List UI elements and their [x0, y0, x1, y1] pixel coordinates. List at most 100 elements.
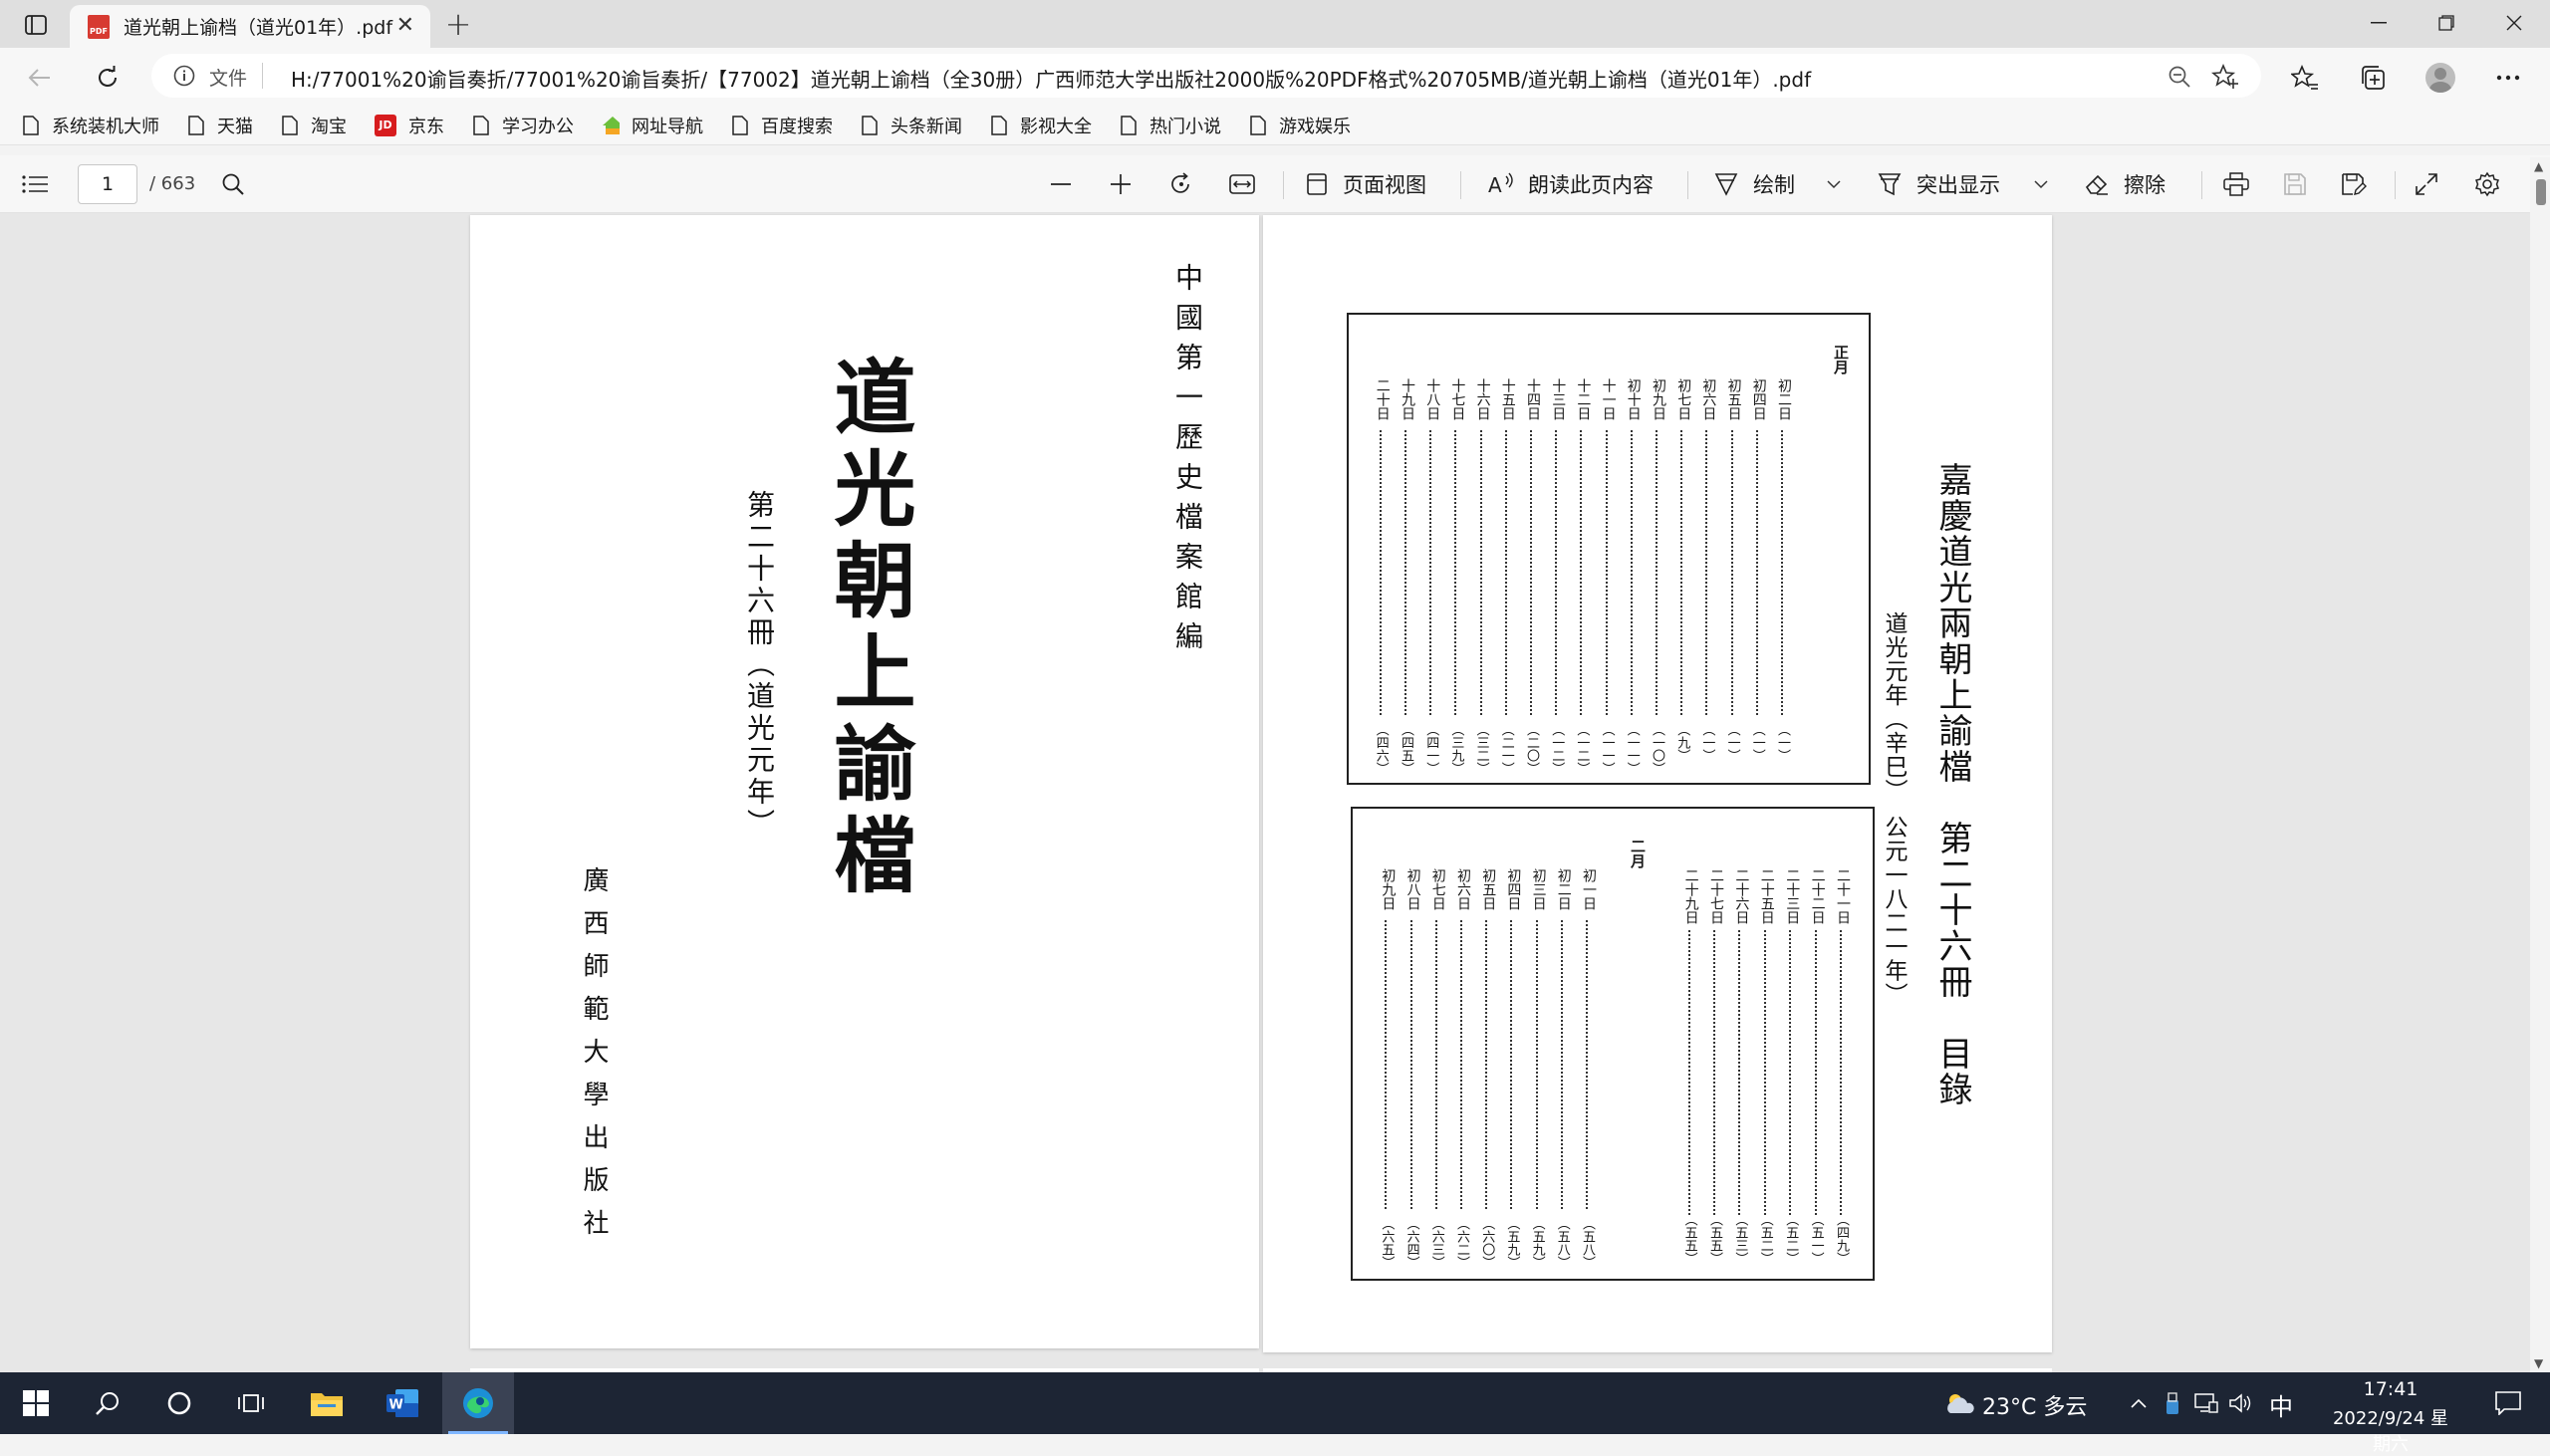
file-explorer-icon[interactable] — [291, 1372, 363, 1434]
contents-entry[interactable]: 二十七日 （五五） — [1707, 868, 1724, 1273]
notification-center-icon[interactable] — [2480, 1372, 2536, 1434]
bookmark-item[interactable]: 影视大全 — [990, 113, 1092, 138]
contents-entry[interactable]: 初十日 （一一） — [1625, 378, 1642, 783]
bookmark-item[interactable]: 网址导航 — [602, 113, 703, 138]
contents-entry[interactable]: 十九日 （四五） — [1399, 378, 1415, 783]
gear-icon[interactable] — [2474, 168, 2500, 200]
cortana-icon[interactable] — [143, 1372, 215, 1434]
fit-width-icon[interactable] — [1229, 168, 1255, 200]
minimize-button[interactable] — [2345, 0, 2413, 46]
url-text[interactable]: H:/77001%20谕旨奏折/77001%20谕旨奏折/【77002】道光朝上… — [291, 64, 1811, 93]
maximize-button[interactable] — [2413, 0, 2480, 46]
volume-icon[interactable] — [2223, 1372, 2257, 1434]
contents-entry[interactable]: 初二日 （一） — [1775, 378, 1792, 783]
draw-options-chevron-icon[interactable] — [1827, 168, 1841, 200]
save-as-icon[interactable] — [2341, 168, 2367, 200]
contents-entry[interactable]: 十三日 （一二） — [1549, 378, 1566, 783]
contents-entry[interactable]: 十二日 （一二） — [1574, 378, 1591, 783]
show-hidden-icons-chevron-icon[interactable] — [2122, 1372, 2156, 1434]
contents-entry[interactable]: 初一日 （五八） — [1580, 868, 1597, 1277]
save-icon[interactable] — [2283, 168, 2307, 200]
contents-entry[interactable]: 二十日 （四六） — [1374, 378, 1391, 783]
scroll-thumb[interactable] — [2536, 179, 2546, 205]
settings-menu-icon[interactable] — [2490, 60, 2526, 96]
info-icon[interactable] — [173, 65, 195, 91]
contents-entry[interactable]: 初四日 （一） — [1750, 378, 1767, 783]
contents-entry[interactable]: 十五日 （二一） — [1499, 378, 1516, 783]
bookmark-item[interactable]: 游戏娱乐 — [1249, 113, 1351, 138]
vertical-scrollbar[interactable]: ▲ ▼ — [2530, 157, 2550, 1372]
contents-entry[interactable]: 初九日 （一〇） — [1650, 378, 1666, 783]
zoom-out-button[interactable] — [1050, 168, 1072, 200]
close-window-button[interactable] — [2480, 0, 2548, 46]
usb-device-icon[interactable] — [2156, 1372, 2189, 1434]
read-aloud-button[interactable]: A 朗读此页内容 — [1488, 168, 1654, 200]
bookmark-item[interactable]: 淘宝 — [281, 113, 347, 138]
bookmark-item[interactable]: 天猫 — [187, 113, 253, 138]
contents-entry[interactable]: 十八日 （四一） — [1423, 378, 1440, 783]
add-favorite-icon[interactable] — [2210, 63, 2239, 94]
contents-entry[interactable]: 初三日 （五九） — [1530, 868, 1547, 1277]
highlight-options-chevron-icon[interactable] — [2034, 168, 2048, 200]
contents-entry[interactable]: 初七日 （六三） — [1429, 868, 1446, 1277]
contents-entry[interactable]: 初六日 （一） — [1699, 378, 1716, 783]
search-icon[interactable] — [221, 168, 245, 200]
contents-entry[interactable]: 十七日 （三九） — [1448, 378, 1465, 783]
task-view-icon[interactable] — [215, 1372, 287, 1434]
scroll-down-icon[interactable]: ▼ — [2534, 1356, 2543, 1370]
contents-entry[interactable]: 初五日 （一） — [1725, 378, 1742, 783]
highlight-button[interactable]: 突出显示 — [1877, 168, 2000, 200]
contents-entry[interactable]: 初四日 （五九） — [1504, 868, 1521, 1277]
contents-entry[interactable]: 二十一日 （四九） — [1834, 868, 1851, 1273]
contents-entry[interactable]: 十六日 （三二） — [1474, 378, 1491, 783]
bookmark-item[interactable]: JD 京东 — [375, 113, 444, 138]
profile-avatar[interactable] — [2422, 60, 2458, 96]
zoom-out-icon[interactable] — [2168, 65, 2191, 93]
contents-entry[interactable]: 初八日 （六四） — [1404, 868, 1421, 1277]
weather-cloud-icon[interactable] — [1936, 1372, 1982, 1434]
contents-entry[interactable]: 十一日 （一一） — [1600, 378, 1617, 783]
search-icon[interactable] — [72, 1372, 143, 1434]
word-icon[interactable]: W — [367, 1372, 438, 1434]
windows-start-icon[interactable] — [0, 1372, 72, 1434]
contents-entry[interactable]: 二十六日 （五三） — [1732, 868, 1749, 1273]
bookmark-item[interactable]: 系统装机大师 — [22, 113, 159, 138]
bookmark-item[interactable]: 百度搜索 — [731, 113, 833, 138]
bookmark-item[interactable]: 头条新闻 — [861, 113, 962, 138]
draw-button[interactable]: 绘制 — [1713, 168, 1795, 200]
browser-tab-active[interactable]: PDF 道光朝上谕档（道光01年）.pdf ✕ — [70, 5, 430, 48]
fullscreen-icon[interactable] — [2415, 168, 2438, 200]
contents-entry[interactable]: 十四日 （二〇） — [1524, 378, 1541, 783]
scroll-up-icon[interactable]: ▲ — [2534, 159, 2543, 173]
contents-entry[interactable]: 初五日 （六〇） — [1479, 868, 1496, 1277]
rotate-icon[interactable] — [1169, 168, 1193, 200]
page-number-input[interactable]: 1 — [78, 164, 137, 204]
contents-entry[interactable]: 初六日 （六二） — [1454, 868, 1471, 1277]
bookmark-item[interactable]: 学习办公 — [472, 113, 574, 138]
input-method-indicator[interactable]: 中 — [2269, 1387, 2293, 1422]
contents-entry[interactable]: 初七日 （九） — [1674, 378, 1691, 783]
edge-icon[interactable] — [442, 1372, 514, 1434]
back-button[interactable] — [20, 58, 60, 98]
tab-actions-icon[interactable] — [16, 8, 56, 42]
weather-text[interactable]: 23°C 多云 — [1982, 1389, 2087, 1421]
address-bar[interactable]: 文件 H:/77001%20谕旨奏折/77001%20谕旨奏折/【77002】道… — [151, 54, 2261, 98]
contents-list-icon[interactable] — [22, 168, 48, 200]
contents-entry[interactable]: 初二日 （五八） — [1555, 868, 1572, 1277]
collections-icon[interactable] — [2355, 60, 2391, 96]
system-clock[interactable]: 17:41 2022/9/24 星期六 — [2331, 1378, 2450, 1456]
network-icon[interactable] — [2189, 1372, 2223, 1434]
print-icon[interactable] — [2223, 168, 2249, 200]
pdf-viewer[interactable]: 中國第一歷史檔案館編 道光朝上諭檔 第二十六冊（道光元年） 廣西師範大學出版社 … — [0, 213, 2530, 1372]
bookmark-item[interactable]: 热门小说 — [1120, 113, 1221, 138]
contents-entry[interactable]: 二十五日 （五二） — [1758, 868, 1775, 1273]
zoom-in-button[interactable] — [1110, 168, 1132, 200]
refresh-button[interactable] — [88, 58, 128, 98]
contents-entry[interactable]: 二十九日 （五五） — [1682, 868, 1699, 1273]
contents-entry[interactable]: 初九日 （六五） — [1379, 868, 1396, 1277]
page-view-button[interactable]: 页面视图 — [1305, 168, 1426, 200]
favorites-icon[interactable] — [2287, 60, 2323, 96]
erase-button[interactable]: 擦除 — [2084, 168, 2166, 200]
contents-entry[interactable]: 二十二日 （五一） — [1809, 868, 1826, 1273]
close-tab-icon[interactable]: ✕ — [396, 15, 414, 37]
